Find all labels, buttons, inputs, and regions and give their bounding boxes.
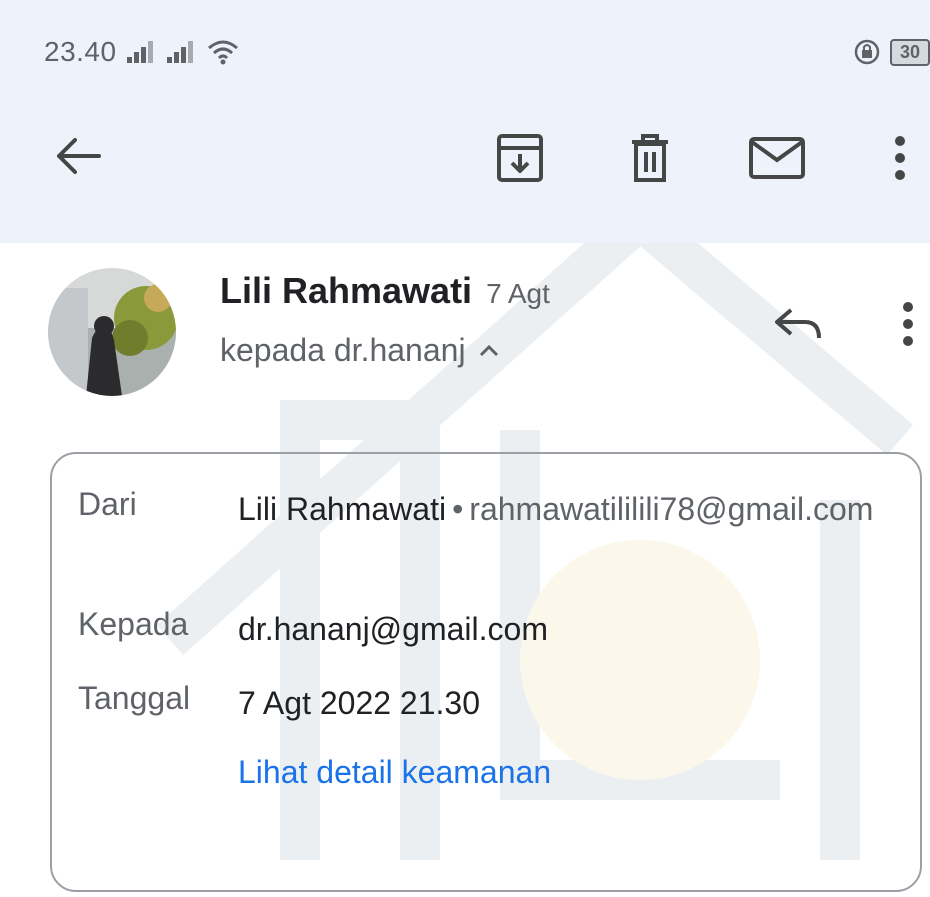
from-email[interactable]: rahmawatililili78@gmail.com bbox=[469, 491, 873, 527]
back-button[interactable] bbox=[48, 126, 108, 186]
recipient-summary[interactable]: kepada dr.hananj bbox=[220, 332, 500, 369]
to-email[interactable]: dr.hananj@gmail.com bbox=[238, 606, 878, 652]
more-vert-icon bbox=[895, 136, 905, 180]
sender-name: Lili Rahmawati bbox=[220, 270, 473, 311]
mail-icon bbox=[749, 137, 805, 179]
delete-icon bbox=[632, 134, 668, 182]
wifi-icon bbox=[207, 40, 238, 65]
battery-indicator: 30 bbox=[889, 38, 930, 66]
sender-avatar[interactable] bbox=[48, 268, 176, 396]
date-value: 7 Agt 2022 21.30 bbox=[238, 685, 480, 721]
rotation-lock-icon bbox=[854, 39, 880, 65]
security-details-link[interactable]: Lihat detail keamanan bbox=[238, 754, 551, 791]
from-label: Dari bbox=[78, 486, 137, 522]
archive-button[interactable] bbox=[488, 126, 552, 190]
more-vert-icon bbox=[903, 302, 913, 346]
detail-row-from: Dari Lili Rahmawati • rahmawatililili78@gm… bbox=[78, 486, 878, 532]
reply-icon bbox=[775, 308, 821, 339]
to-label: Kepada bbox=[78, 606, 189, 642]
signal-icon bbox=[126, 41, 157, 63]
chevron-up-icon bbox=[479, 344, 498, 356]
detail-row-date: Tanggal 7 Agt 2022 21.30 bbox=[78, 680, 878, 726]
message-details-card: Dari Lili Rahmawati • rahmawatililili78@gm… bbox=[50, 452, 922, 892]
more-options-button[interactable] bbox=[880, 126, 920, 190]
from-value: Lili Rahmawati • rahmawatililili78@gmail.c… bbox=[238, 491, 874, 527]
reply-button[interactable] bbox=[770, 298, 826, 350]
top-app-bar: 23.40 30 bbox=[0, 0, 930, 243]
status-time: 23.40 bbox=[44, 36, 117, 67]
sender-line: Lili Rahmawati 7 Agt bbox=[220, 270, 550, 312]
date-label: Tanggal bbox=[78, 680, 191, 716]
from-name: Lili Rahmawati bbox=[238, 491, 447, 527]
recipient-summary-text: kepada dr.hananj bbox=[220, 332, 466, 368]
archive-icon bbox=[497, 134, 543, 182]
avatar-photo bbox=[48, 268, 176, 396]
mark-unread-button[interactable] bbox=[742, 126, 812, 190]
back-arrow-icon bbox=[57, 138, 101, 174]
message-date: 7 Agt bbox=[486, 278, 550, 309]
status-bar: 23.40 bbox=[44, 34, 239, 70]
detail-row-to: Kepada dr.hananj@gmail.com bbox=[78, 606, 878, 652]
signal-icon-2 bbox=[166, 41, 197, 63]
delete-button[interactable] bbox=[618, 126, 682, 190]
message-more-button[interactable] bbox=[890, 296, 926, 352]
status-right: 30 bbox=[854, 34, 930, 70]
